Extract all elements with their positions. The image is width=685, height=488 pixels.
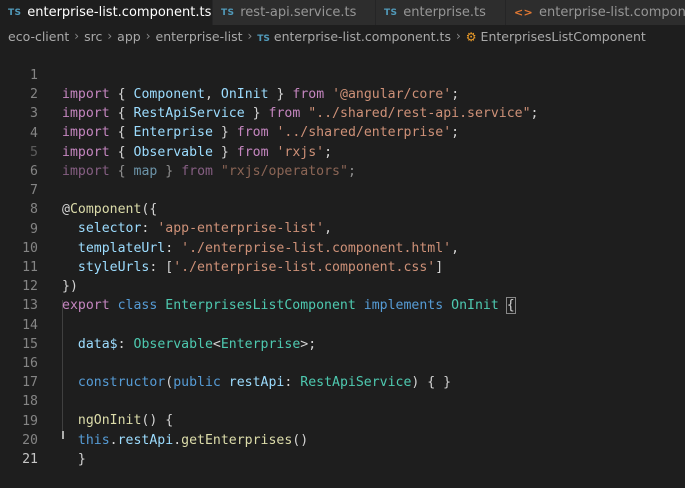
code-line: 1 import { Component, OnInit } from '@an…	[0, 47, 685, 102]
html-file-icon: <>	[514, 6, 534, 19]
tab-enterprise-ts[interactable]: TS enterprise.ts	[376, 0, 506, 25]
code-line: 15	[0, 316, 685, 352]
chevron-right-icon: ›	[107, 29, 113, 43]
breadcrumb-item-file[interactable]: TS enterprise-list.component.ts	[255, 29, 453, 44]
code-line: 14 data$: Observable<Enterprise>;	[0, 297, 685, 352]
editor-tab-strip: TS enterprise-list.component.ts TS rest-…	[0, 0, 685, 25]
breadcrumb-symbol-label: EnterprisesListComponent	[480, 28, 646, 44]
code-line: 13	[0, 277, 685, 313]
code-line: 12 export class EnterprisesListComponent…	[0, 258, 685, 315]
code-line: 9 templateUrl: './enterprise-list.compon…	[0, 201, 685, 256]
tab-enterprise-list-component-html[interactable]: <> enterprise-list.component.html	[506, 0, 685, 25]
code-line: 4 import { Observable } from 'rxjs';	[0, 105, 685, 160]
code-line: 20 }	[0, 412, 685, 467]
typescript-file-icon: TS	[8, 7, 22, 18]
code-line: 18 ngOnInit() {	[0, 373, 685, 428]
breadcrumb-item-src[interactable]: src	[82, 29, 104, 44]
class-symbol-icon: ⚙	[465, 29, 477, 44]
code-line: 19 this.restApi.getEnterprises()	[0, 393, 685, 448]
code-line: 7 @Component({	[0, 162, 685, 217]
typescript-file-icon: TS	[384, 7, 398, 18]
tab-label: enterprise-list.component.html	[539, 5, 685, 20]
chevron-right-icon: ›	[455, 29, 461, 43]
code-line: 6	[0, 143, 685, 179]
code-text: }	[77, 451, 86, 467]
breadcrumb: eco-client › src › app › enterprise-list…	[0, 25, 685, 47]
text-cursor	[62, 431, 64, 439]
code-line: 11 })	[0, 239, 685, 294]
tab-label: enterprise.ts	[403, 5, 486, 20]
code-line: 16 constructor(public restApi: RestApiSe…	[0, 335, 685, 390]
code-editor[interactable]: 1 import { Component, OnInit } from '@an…	[0, 47, 685, 467]
code-line: 17	[0, 354, 685, 390]
breadcrumb-item-symbol[interactable]: ⚙ EnterprisesListComponent	[464, 29, 648, 44]
code-line: 5 import { map } from "rxjs/operators";	[0, 124, 685, 179]
tab-rest-api-service-ts[interactable]: TS rest-api.service.ts	[213, 0, 376, 25]
code-line: 2 import { RestApiService } from "../sha…	[0, 66, 685, 121]
tab-enterprise-list-component-ts[interactable]: TS enterprise-list.component.ts	[0, 0, 213, 25]
chevron-right-icon: ›	[247, 29, 253, 43]
line-number: 21	[22, 452, 38, 467]
typescript-file-icon: TS	[221, 7, 235, 18]
chevron-right-icon: ›	[145, 29, 151, 43]
tab-label: rest-api.service.ts	[240, 5, 357, 20]
breadcrumb-item-eco-client[interactable]: eco-client	[0, 29, 71, 44]
code-line: 21	[0, 431, 685, 467]
breadcrumb-file-label: enterprise-list.component.ts	[273, 28, 451, 44]
chevron-right-icon: ›	[74, 29, 80, 43]
code-line: 3 import { Enterprise } from '../shared/…	[0, 85, 685, 140]
breadcrumb-item-enterprise-list[interactable]: enterprise-list	[154, 29, 245, 44]
typescript-file-icon: TS	[257, 33, 270, 44]
code-line: 8 selector: 'app-enterprise-list',	[0, 181, 685, 236]
tab-label: enterprise-list.component.ts	[27, 5, 212, 20]
breadcrumb-item-app[interactable]: app	[115, 29, 143, 44]
code-line: 10 styleUrls: ['./enterprise-list.compon…	[0, 220, 685, 275]
